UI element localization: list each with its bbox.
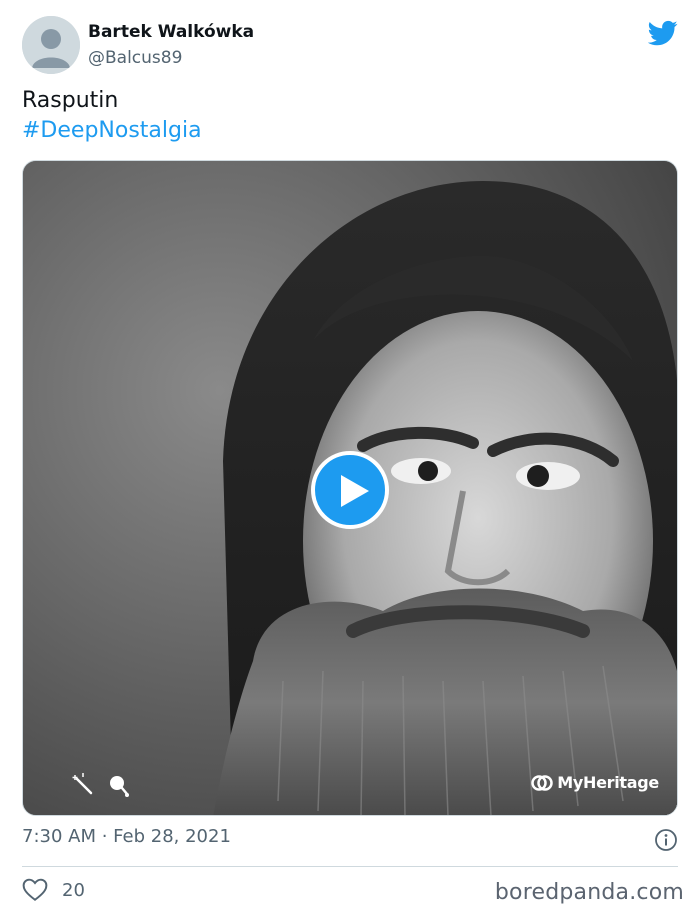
author-handle[interactable]: @Balcus89: [88, 48, 182, 68]
play-button[interactable]: [311, 451, 389, 529]
play-icon: [341, 475, 369, 507]
tweet-body-text: Rasputin: [22, 88, 119, 113]
myheritage-logo-icon: [531, 774, 554, 791]
author-display-name[interactable]: Bartek Walkówka: [88, 22, 254, 42]
heart-icon[interactable]: [22, 878, 48, 902]
tweet-text: Rasputin #DeepNostalgia: [22, 86, 202, 146]
tweet-card: Bartek Walkówka @Balcus89 Rasputin #Deep…: [0, 0, 700, 919]
magic-wand-icon: [72, 773, 93, 795]
hashtag-link[interactable]: #DeepNostalgia: [22, 116, 202, 146]
like-action[interactable]: 20: [22, 878, 85, 902]
tweet-timestamp[interactable]: 7:30 AM · Feb 28, 2021: [22, 826, 231, 847]
tweet-header: Bartek Walkówka @Balcus89: [22, 16, 678, 74]
info-icon[interactable]: [654, 828, 678, 856]
media-tools: [71, 771, 141, 805]
avatar[interactable]: [22, 16, 80, 74]
like-count: 20: [62, 879, 85, 901]
enhance-icon: [110, 776, 129, 797]
divider: [22, 866, 678, 867]
myheritage-logo: MyHeritage: [531, 773, 659, 792]
myheritage-logo-text: MyHeritage: [557, 773, 659, 792]
source-watermark: boredpanda.com: [494, 880, 684, 905]
twitter-bird-icon[interactable]: [647, 18, 678, 48]
video-media[interactable]: MyHeritage: [22, 160, 678, 816]
